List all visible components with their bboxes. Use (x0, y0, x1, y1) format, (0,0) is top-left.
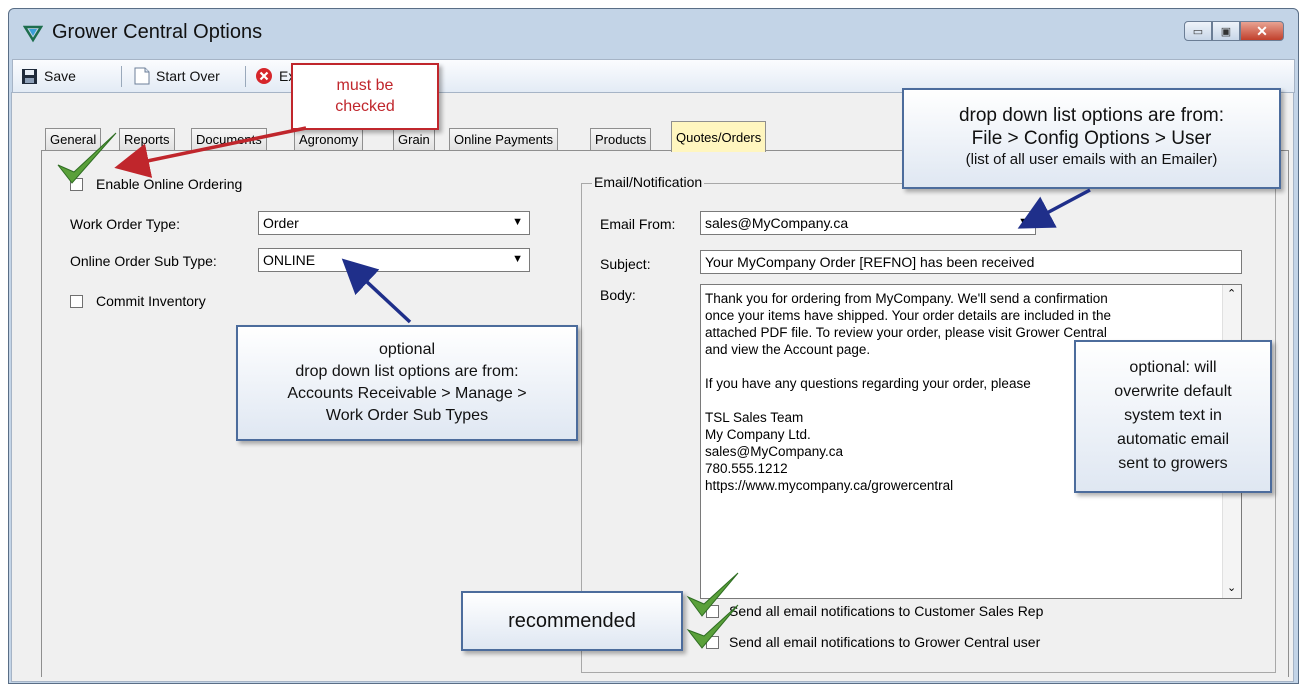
notify-sales-rep-checkbox[interactable] (706, 605, 719, 618)
restore-icon: ▣ (1220, 25, 1232, 38)
callout-line: must be (336, 77, 394, 94)
email-from-select[interactable]: sales@MyCompany.ca ▼ (700, 211, 1036, 235)
work-order-type-label: Work Order Type: (70, 216, 180, 232)
exit-x-icon (256, 68, 272, 84)
scroll-up-icon[interactable]: ⌃ (1227, 287, 1236, 300)
email-from-value: sales@MyCompany.ca (705, 215, 849, 231)
close-button[interactable]: ✕ (1240, 21, 1284, 41)
chevron-down-icon: ▼ (512, 253, 523, 265)
tab-documents[interactable]: Documents (191, 128, 267, 150)
chevron-down-icon: ▼ (512, 216, 523, 228)
tab-grain[interactable]: Grain (393, 128, 435, 150)
enable-online-ordering-label: Enable Online Ordering (96, 176, 243, 192)
callout-line: checked (335, 98, 395, 115)
toolbar-separator (245, 66, 246, 87)
email-from-label: Email From: (600, 216, 676, 232)
callout-line: optional (378, 341, 436, 358)
commit-inventory-checkbox[interactable] (70, 295, 83, 308)
subject-input[interactable]: Your MyCompany Order [REFNO] has been re… (700, 250, 1242, 274)
body-line: 780.555.1212 (705, 461, 788, 476)
notify-grower-user-label: Send all email notifications to Grower C… (729, 634, 1041, 650)
body-line: https://www.mycompany.ca/growercentral (705, 478, 954, 493)
work-order-type-select[interactable]: Order ▼ (258, 211, 530, 235)
callout-line: drop down list options are from: (295, 363, 519, 380)
window-title: Grower Central Options (52, 21, 263, 43)
tab-general[interactable]: General (45, 128, 102, 150)
callout-line: Work Order Sub Types (325, 407, 489, 424)
body-line: attached PDF file. To review your order,… (705, 325, 1107, 340)
callout-body-override: optional: will overwrite default system … (1074, 340, 1272, 493)
notify-sales-rep-label: Send all email notifications to Customer… (729, 603, 1044, 619)
start-over-label: Start Over (156, 68, 220, 84)
callout-recommended: recommended (461, 591, 683, 651)
body-line: TSL Sales Team (705, 410, 804, 425)
callout-line: system text in (1124, 407, 1222, 424)
app-logo-icon (23, 25, 43, 43)
body-line: and view the Account page. (705, 342, 871, 357)
save-label: Save (44, 68, 76, 84)
callout-line: optional: will (1129, 359, 1217, 376)
callout-email-from-source: drop down list options are from: File > … (902, 88, 1281, 189)
notify-grower-user-checkbox[interactable] (706, 636, 719, 649)
tab-products[interactable]: Products (590, 128, 652, 150)
minimize-icon: ▭ (1192, 25, 1204, 38)
maximize-button[interactable]: ▣ (1212, 21, 1240, 41)
online-order-sub-type-select[interactable]: ONLINE ▼ (258, 248, 530, 272)
callout-line: Accounts Receivable > Manage > (287, 385, 527, 402)
enable-online-ordering-checkbox[interactable] (70, 178, 83, 191)
callout-sub-type-source: optional drop down list options are from… (236, 325, 578, 441)
body-line: My Company Ltd. (705, 427, 811, 442)
subject-value: Your MyCompany Order [REFNO] has been re… (705, 254, 1035, 270)
callout-line: File > Config Options > User (971, 128, 1212, 149)
chevron-down-icon: ▼ (1018, 216, 1029, 228)
toolbar-separator (121, 66, 122, 87)
scroll-down-icon[interactable]: ⌄ (1227, 581, 1236, 594)
callout-line: overwrite default (1114, 383, 1232, 400)
sub-type-label: Online Order Sub Type: (70, 253, 217, 269)
body-line: If you have any questions regarding your… (705, 376, 1031, 391)
tab-quotes-orders[interactable]: Quotes/Orders (671, 121, 767, 152)
floppy-disk-icon (22, 68, 37, 84)
subject-label: Subject: (600, 256, 651, 272)
body-line: once your items have shipped. Your order… (705, 308, 1112, 323)
commit-inventory-label: Commit Inventory (96, 293, 206, 309)
tab-online-payments[interactable]: Online Payments (449, 128, 558, 150)
callout-line: drop down list options are from: (958, 105, 1225, 126)
callout-line: (list of all user emails with an Emailer… (965, 151, 1218, 168)
sub-type-value: ONLINE (263, 252, 316, 268)
callout-line: automatic email (1116, 431, 1230, 448)
callout-must-be-checked: must be checked (291, 63, 439, 130)
start-over-button[interactable]: Start Over (134, 65, 220, 87)
email-notification-title: Email/Notification (592, 174, 705, 190)
close-icon: ✕ (1256, 22, 1268, 39)
save-button[interactable]: Save (21, 65, 76, 87)
work-order-type-value: Order (263, 215, 299, 231)
tab-reports[interactable]: Reports (119, 128, 175, 150)
body-label: Body: (600, 287, 636, 303)
tab-agronomy[interactable]: Agronomy (294, 128, 364, 150)
body-line: sales@MyCompany.ca (705, 444, 843, 459)
blank-document-icon (134, 67, 150, 85)
minimize-button[interactable]: ▭ (1184, 21, 1212, 41)
body-line: Thank you for ordering from MyCompany. W… (705, 291, 1108, 306)
callout-line: sent to growers (1118, 455, 1228, 472)
